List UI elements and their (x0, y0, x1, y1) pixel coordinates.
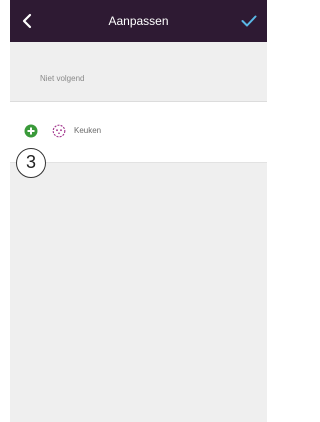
checkmark-icon (241, 15, 257, 27)
list-item[interactable]: Keuken (10, 102, 267, 163)
list-item-label: Keuken (74, 126, 102, 135)
app-screen: Aanpassen Niet volgend Keuken (10, 0, 267, 422)
back-button[interactable] (10, 0, 44, 42)
confirm-button[interactable] (231, 0, 267, 42)
step-number-badge: 3 (16, 148, 46, 178)
section-label: Niet volgend (40, 74, 85, 83)
socket-icon (52, 124, 66, 138)
page-title: Aanpassen (108, 14, 169, 28)
nav-header: Aanpassen (10, 0, 267, 42)
chevron-left-icon (22, 13, 32, 29)
section-header: Niet volgend (10, 42, 267, 102)
plus-circle-icon[interactable] (24, 124, 38, 138)
